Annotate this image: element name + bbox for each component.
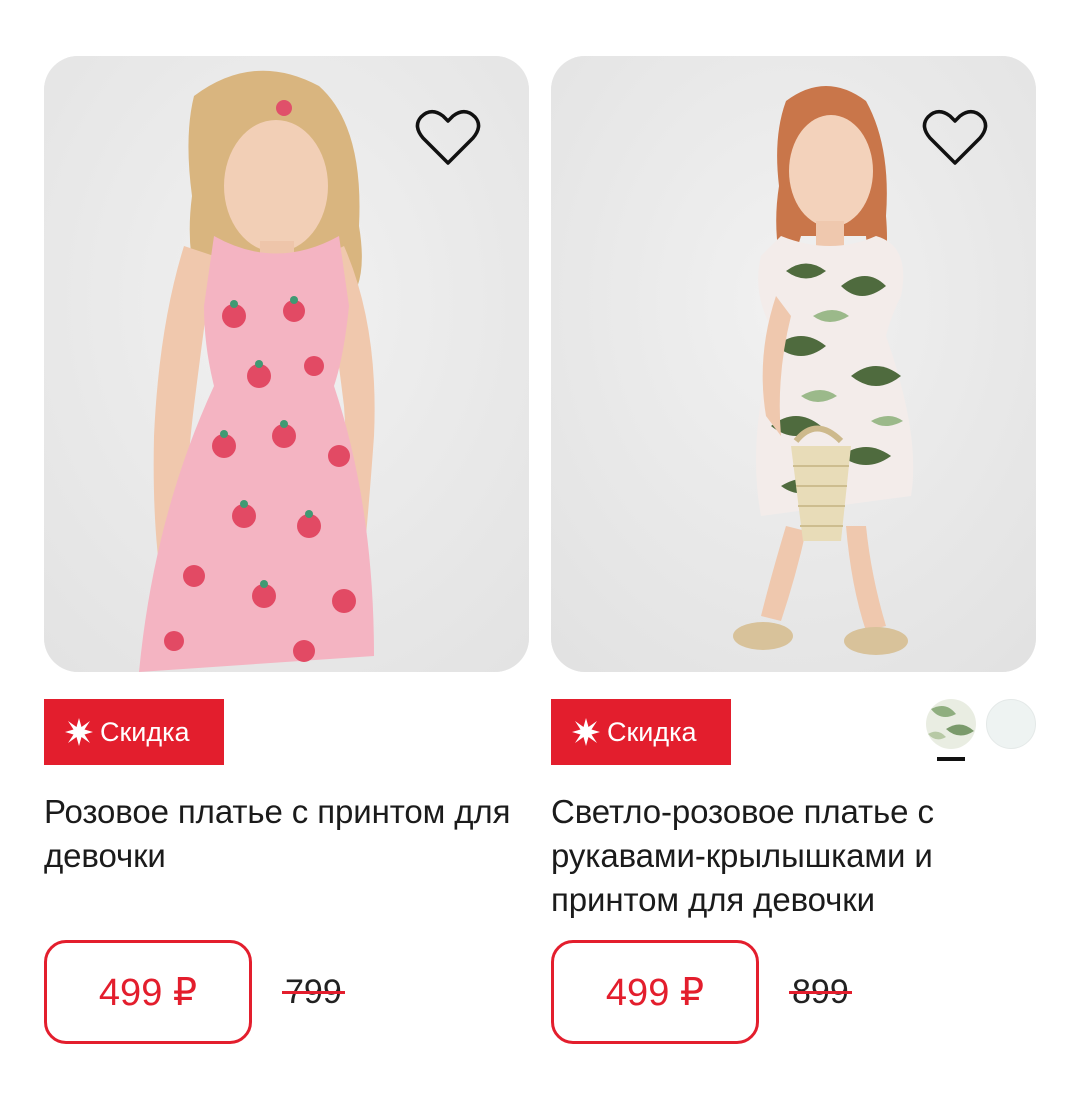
strikethrough-line [282,991,345,994]
sparkle-icon [65,718,93,746]
price-row: 499 ₽ 799 [44,940,529,1050]
badge-row: Скидка [44,699,529,765]
discount-badge-label: Скидка [607,716,697,747]
price-row: 499 ₽ 899 [551,940,1036,1050]
discount-badge-label: Скидка [100,716,190,747]
product-photo[interactable] [551,56,1036,672]
favorite-heart-icon[interactable] [922,108,988,168]
color-swatch-light[interactable] [986,699,1036,749]
product-photo[interactable] [44,56,529,672]
product-title[interactable]: Светло-розовое платье с рукавами-крылышк… [551,790,1036,922]
selected-swatch-indicator [937,757,965,761]
strikethrough-line [789,991,852,994]
product-card[interactable]: Скидка Розовое платье с принтом для дево… [44,56,529,1050]
old-price: 799 [282,973,345,1012]
product-grid: Скидка Розовое платье с принтом для дево… [0,0,1080,1093]
favorite-heart-icon[interactable] [415,108,481,168]
old-price: 899 [789,973,852,1012]
discount-badge: Скидка [44,699,224,765]
price-button[interactable]: 499 ₽ [44,940,252,1044]
price-button[interactable]: 499 ₽ [551,940,759,1044]
color-swatch-leaf-print[interactable] [926,699,976,749]
leaf-print-swatch-image [926,699,976,749]
product-card[interactable]: Скидка Светло-розовое платье с рукавами-… [551,56,1036,1050]
sparkle-icon [572,718,600,746]
product-title[interactable]: Розовое платье с принтом для девочки [44,790,529,922]
badge-row: Скидка [551,699,1036,765]
discount-badge: Скидка [551,699,731,765]
